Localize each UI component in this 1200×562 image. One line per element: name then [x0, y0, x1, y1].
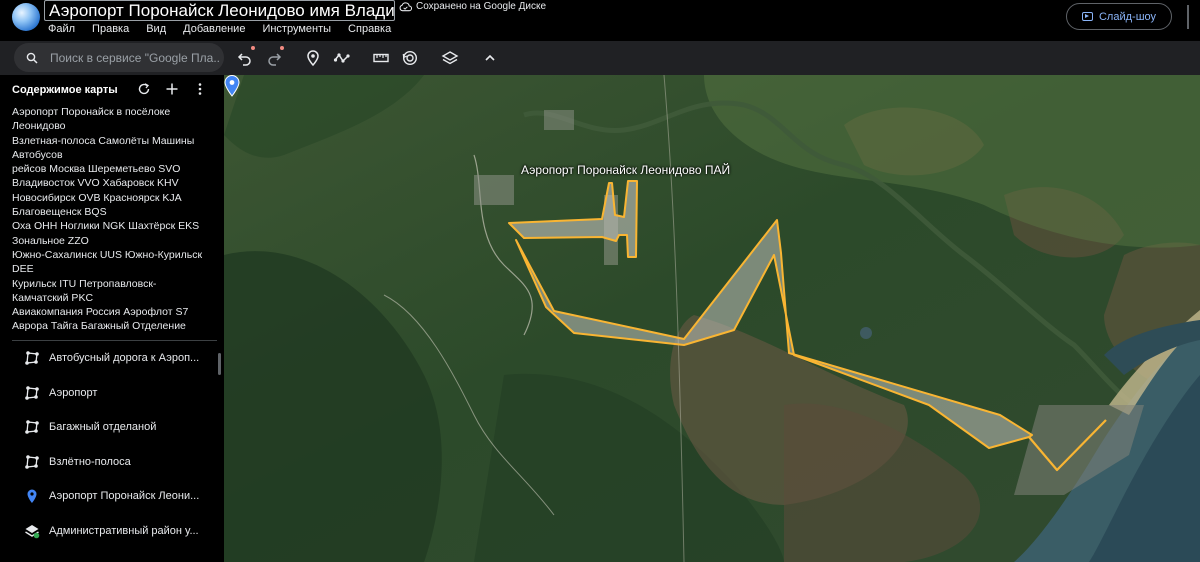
slideshow-button[interactable]: Слайд-шоу	[1066, 3, 1172, 30]
panel-scrollbar[interactable]	[218, 353, 221, 375]
redo-badge	[280, 46, 284, 50]
menu-view[interactable]: Вид	[146, 23, 166, 35]
project-description: Аэропорт Поронайск в посёлоке Леонидово …	[12, 105, 217, 334]
description-line: Аэропорт Поронайск в посёлоке	[12, 106, 171, 118]
description-line: Курильск ITU Петропавловск-	[12, 277, 157, 290]
menu-edit[interactable]: Правка	[92, 23, 129, 35]
refresh-icon[interactable]	[137, 82, 151, 96]
menu-file[interactable]: Файл	[48, 23, 75, 35]
polygon-icon	[25, 351, 39, 365]
add-icon[interactable]	[165, 82, 179, 96]
earth-logo-icon[interactable]	[12, 3, 40, 31]
measure-icon[interactable]	[372, 49, 390, 67]
map-placemark-pin[interactable]	[224, 75, 240, 97]
description-line: Автобусов	[12, 148, 63, 161]
menu-add[interactable]: Добавление	[183, 23, 245, 35]
description-line: Оха OHH Ноглики NGK Шахтёрск EKS	[12, 220, 200, 233]
layer-label: Административный район у...	[49, 525, 199, 537]
draw-line-icon[interactable]	[333, 49, 351, 67]
description-line: Авиакомпания Россия Аэрофлот S7	[12, 306, 189, 319]
description-line: Камчатский PKC	[12, 291, 94, 304]
undo-badge	[251, 46, 255, 50]
layer-label: Автобусный дорога к Аэроп...	[49, 352, 200, 364]
layer-label: Взлётно-полоса	[49, 456, 131, 468]
add-placemark-icon[interactable]	[304, 49, 322, 67]
description-line: Леонидово	[12, 120, 66, 133]
layer-item-airport[interactable]: Аэропорт	[24, 381, 97, 405]
map-imagery	[224, 75, 1200, 562]
airport-map-label: Аэропорт Поронайск Леонидово ПАЙ	[521, 163, 731, 177]
header-edge-divider	[1187, 5, 1189, 29]
layer-item-bus-road[interactable]: Автобусный дорога к Аэроп...	[24, 346, 199, 370]
history-icon[interactable]	[401, 49, 419, 67]
panel-divider	[12, 340, 217, 341]
search-icon	[26, 52, 38, 64]
polygon-icon	[25, 386, 39, 400]
layers-icon	[25, 525, 40, 539]
toolbar	[0, 41, 1200, 75]
cloud-check-icon	[399, 2, 412, 12]
undo-icon[interactable]	[236, 49, 254, 67]
satellite-map[interactable]: Аэропорт Поронайск Леонидово ПАЙ	[224, 75, 1200, 562]
menu-bar: Файл Правка Вид Добавление Инструменты С…	[48, 23, 408, 35]
description-line: Благовещенск BQS	[12, 206, 107, 219]
layer-item-district[interactable]: Административный район у...	[24, 519, 199, 543]
more-vert-icon[interactable]	[193, 82, 207, 96]
description-line: рейсов Москва Шереметьево SVO	[12, 163, 181, 176]
menu-tools[interactable]: Инструменты	[262, 23, 331, 35]
layers-icon[interactable]	[441, 49, 459, 67]
polygon-icon	[25, 455, 39, 469]
description-line: Южно-Сахалинск UUS Южно-Курильск	[12, 248, 203, 261]
menu-help[interactable]: Справка	[348, 23, 391, 35]
chevron-up-icon[interactable]	[481, 49, 499, 67]
description-line: Владивосток VVO Хабаровск KHV	[12, 177, 179, 190]
redo-icon[interactable]	[265, 49, 283, 67]
layer-label: Аэропорт Поронайск Леони...	[49, 490, 200, 502]
panel-actions	[137, 82, 207, 96]
slideshow-label: Слайд-шоу	[1098, 10, 1157, 23]
layer-item-baggage[interactable]: Багажный отделаной	[24, 415, 156, 439]
slideshow-icon	[1081, 12, 1093, 21]
description-line: Взлетная-полоса Самолёты Машины	[12, 134, 195, 147]
placemark-icon	[27, 489, 37, 503]
description-line: Новосибирск OVB Красноярск KJA	[12, 191, 182, 204]
save-status-text: Сохранено на Google Диске	[416, 1, 547, 12]
map-contents-panel: Содержимое карты Аэропорт Поронайск в по…	[0, 75, 224, 562]
layer-item-placemark[interactable]: Аэропорт Поронайск Леони...	[24, 484, 199, 508]
description-line: DEE	[12, 263, 34, 276]
layer-label: Аэропорт	[49, 387, 98, 399]
app-header: Аэропорт Поронайск Леонидово имя Владими…	[0, 0, 1200, 40]
description-line: Зональное ZZO	[12, 234, 89, 247]
search-box[interactable]	[14, 43, 224, 72]
project-title-input[interactable]: Аэропорт Поронайск Леонидово имя Владими…	[44, 0, 395, 21]
layer-item-runway[interactable]: Взлётно-полоса	[24, 450, 131, 474]
panel-title: Содержимое карты	[12, 84, 118, 96]
polygon-icon	[25, 420, 39, 434]
search-input[interactable]	[50, 50, 220, 65]
description-line: Аврора Тайга Багажный Отделение	[12, 320, 186, 333]
save-status: Сохранено на Google Диске	[399, 1, 546, 12]
layer-label: Багажный отделаной	[49, 421, 157, 433]
